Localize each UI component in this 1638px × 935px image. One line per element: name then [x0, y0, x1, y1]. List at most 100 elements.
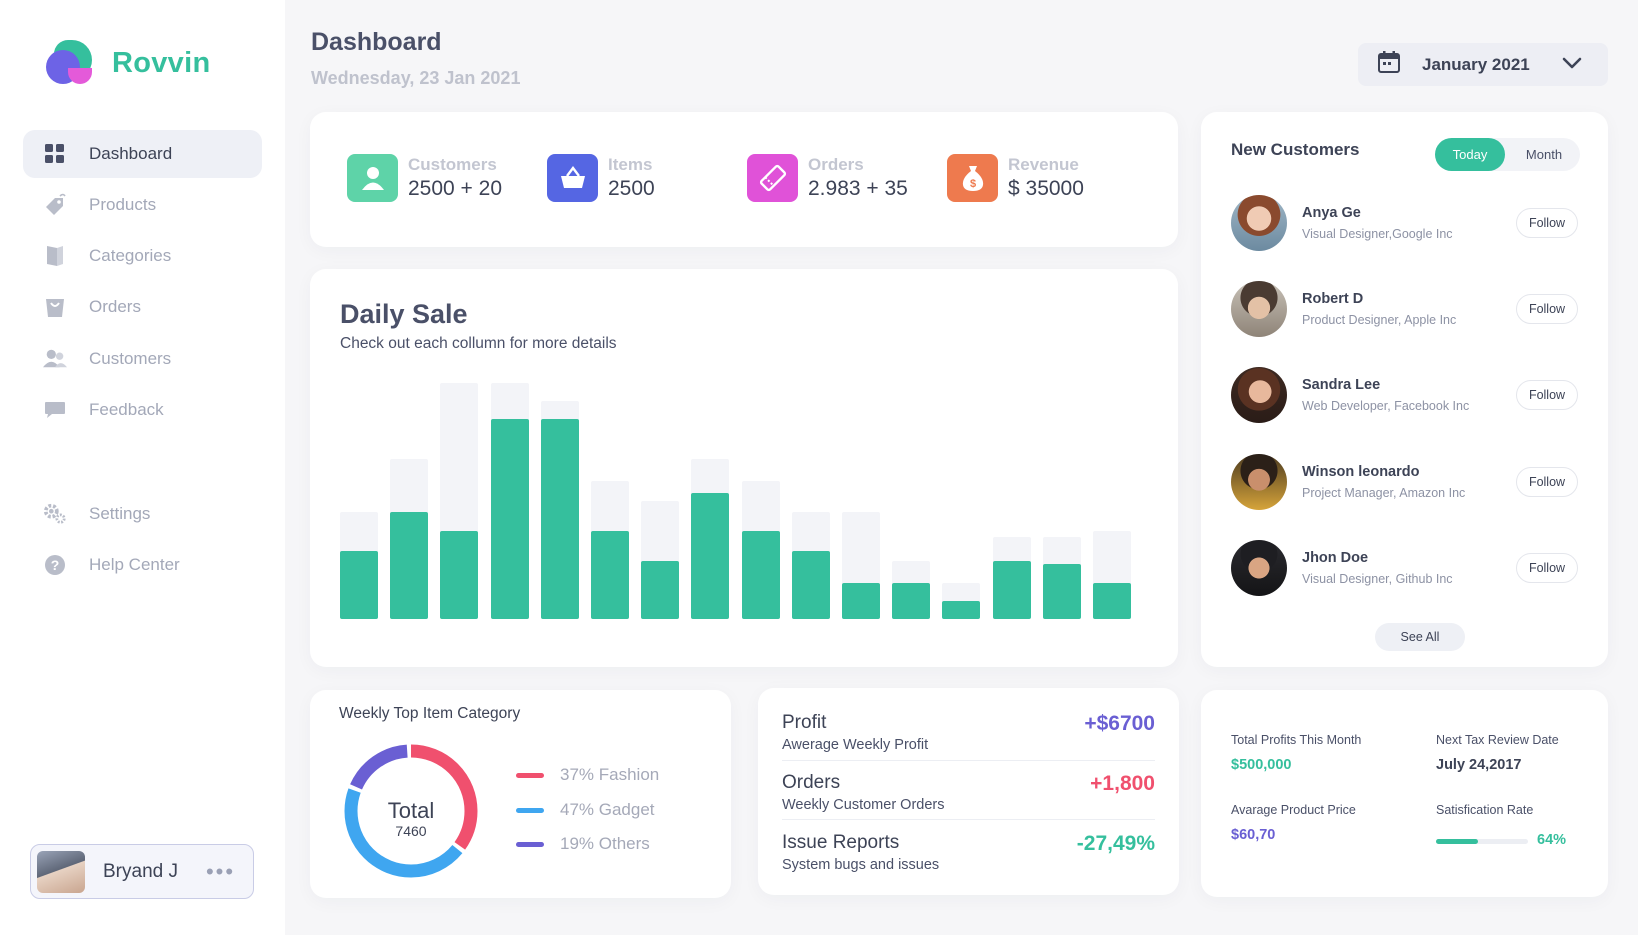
legend-label: 47% Gadget: [560, 800, 655, 819]
follow-button[interactable]: Follow: [1516, 294, 1578, 324]
bar[interactable]: [942, 601, 981, 619]
total-profits: Total Profits This Month $500,000: [1231, 733, 1361, 773]
customer-row: Jhon Doe Visual Designer, Github Inc Fol…: [1231, 540, 1581, 598]
book-icon: [43, 244, 67, 268]
stat-revenue[interactable]: $ Revenue $ 35000: [947, 154, 1084, 202]
bar[interactable]: [591, 531, 629, 619]
metric-subtitle: System bugs and issues: [782, 857, 940, 873]
svg-text:?: ?: [51, 557, 60, 573]
customer-row: Robert D Product Designer, Apple Inc Fol…: [1231, 281, 1581, 339]
average-product-price: Avarage Product Price $60,70: [1231, 803, 1356, 843]
see-all-button[interactable]: See All: [1375, 623, 1465, 651]
users-icon: [43, 347, 67, 371]
metric-title: Issue Reports: [782, 832, 900, 853]
month-picker-value: January 2021: [1422, 54, 1530, 74]
customer-row: Winson leonardo Project Manager, Amazon …: [1231, 454, 1581, 512]
bar[interactable]: [892, 583, 931, 619]
sidebar-item-label: Customers: [89, 349, 172, 368]
sidebar: Rovvin Dashboard Products Categories Ord…: [0, 0, 285, 935]
user-profile-card[interactable]: Bryand J •••: [30, 844, 254, 899]
sidebar-item-help-center[interactable]: ? Help Center: [23, 541, 262, 589]
summary-label: Avarage Product Price: [1231, 803, 1356, 817]
metric-subtitle: Awerage Weekly Profit: [782, 737, 929, 753]
metric-value: +1,800: [1090, 772, 1155, 795]
sidebar-item-label: Settings: [89, 504, 151, 523]
bar[interactable]: [691, 493, 730, 619]
sidebar-item-label: Orders: [89, 297, 141, 316]
sidebar-item-dashboard[interactable]: Dashboard: [23, 130, 262, 178]
stat-label: Orders: [808, 155, 864, 174]
customer-role: Product Designer, Apple Inc: [1302, 313, 1457, 327]
summary-label: Satisfication Rate: [1436, 803, 1534, 817]
sidebar-item-settings[interactable]: Settings: [23, 490, 262, 538]
more-options-icon[interactable]: •••: [206, 859, 235, 885]
sidebar-item-feedback[interactable]: Feedback: [23, 386, 262, 434]
ticket-icon: [747, 154, 798, 202]
summary-value: July 24,2017: [1436, 757, 1522, 773]
bar[interactable]: [791, 551, 830, 619]
chevron-down-icon: [1562, 56, 1582, 74]
sidebar-item-orders[interactable]: Orders: [23, 283, 262, 331]
donut-total-label: Total: [388, 798, 434, 823]
summary-value: $500,000: [1231, 757, 1292, 773]
summary-label: Next Tax Review Date: [1436, 733, 1559, 747]
stat-value: 2.983 + 35: [808, 177, 908, 200]
legend-item: 37% Fashion: [516, 765, 659, 785]
daily-sale-subtitle: Check out each collumn for more details: [340, 335, 617, 352]
customer-role: Web Developer, Facebook Inc: [1302, 399, 1470, 413]
bar[interactable]: [540, 419, 579, 619]
customer-role: Visual Designer,Google Inc: [1302, 227, 1453, 241]
divider: [782, 760, 1155, 761]
sidebar-item-label: Feedback: [89, 400, 164, 419]
sidebar-item-categories[interactable]: Categories: [23, 232, 262, 280]
avatar: [37, 850, 85, 893]
tab-today[interactable]: Today: [1435, 138, 1505, 171]
follow-button[interactable]: Follow: [1516, 380, 1578, 410]
bar[interactable]: [1093, 583, 1131, 619]
bar[interactable]: [440, 531, 479, 619]
stat-items[interactable]: Items 2500: [547, 154, 655, 202]
page-date: Wednesday, 23 Jan 2021: [311, 68, 521, 88]
customer-row: Anya Ge Visual Designer,Google Inc Follo…: [1231, 195, 1581, 253]
follow-button[interactable]: Follow: [1516, 208, 1578, 238]
bar[interactable]: [490, 419, 529, 619]
logo-mark-icon: [46, 40, 96, 86]
svg-text:$: $: [969, 178, 975, 190]
bag-icon: [43, 295, 67, 319]
follow-button[interactable]: Follow: [1516, 553, 1578, 583]
page-title: Dashboard: [311, 28, 442, 56]
tab-month[interactable]: Month: [1509, 138, 1579, 171]
user-name: Bryand J: [103, 860, 178, 882]
basket-icon: [547, 154, 598, 202]
metric-value: -27,49%: [1076, 832, 1155, 855]
bar[interactable]: [340, 551, 378, 619]
brand-name: Rovvin: [112, 46, 211, 79]
bar[interactable]: [641, 561, 680, 619]
stat-customers[interactable]: Customers 2500 + 20: [347, 154, 502, 202]
bar[interactable]: [992, 561, 1031, 619]
metric-subtitle: Weekly Customer Orders: [782, 797, 945, 813]
avatar: [1231, 281, 1287, 337]
legend-label: 19% Others: [560, 834, 650, 853]
bar[interactable]: [390, 512, 429, 619]
next-tax-review: Next Tax Review Date July 24,2017: [1436, 733, 1559, 773]
sidebar-item-customers[interactable]: Customers: [23, 335, 262, 383]
sidebar-item-label: Products: [89, 195, 157, 214]
month-picker[interactable]: January 2021: [1358, 43, 1608, 86]
customer-row: Sandra Lee Web Developer, Facebook Inc F…: [1231, 367, 1581, 425]
customer-name: Winson leonardo: [1302, 464, 1420, 480]
follow-button[interactable]: Follow: [1516, 467, 1578, 497]
stat-orders[interactable]: Orders 2.983 + 35: [747, 154, 908, 202]
weekly-category-title: Weekly Top Item Category: [339, 705, 521, 722]
chat-icon: [43, 398, 67, 422]
brand-logo[interactable]: Rovvin: [46, 40, 211, 86]
bar[interactable]: [1042, 564, 1081, 619]
satisfaction-value: 64%: [1537, 832, 1567, 848]
bar[interactable]: [741, 531, 780, 619]
satisfaction-progress-fill: [1436, 839, 1479, 844]
help-icon: ?: [43, 553, 67, 577]
sidebar-item-products[interactable]: Products: [23, 181, 262, 229]
legend-swatch: [516, 841, 544, 847]
new-customers-card: New Customers Today Month Anya Ge Visual…: [1201, 112, 1608, 667]
bar[interactable]: [842, 583, 880, 619]
